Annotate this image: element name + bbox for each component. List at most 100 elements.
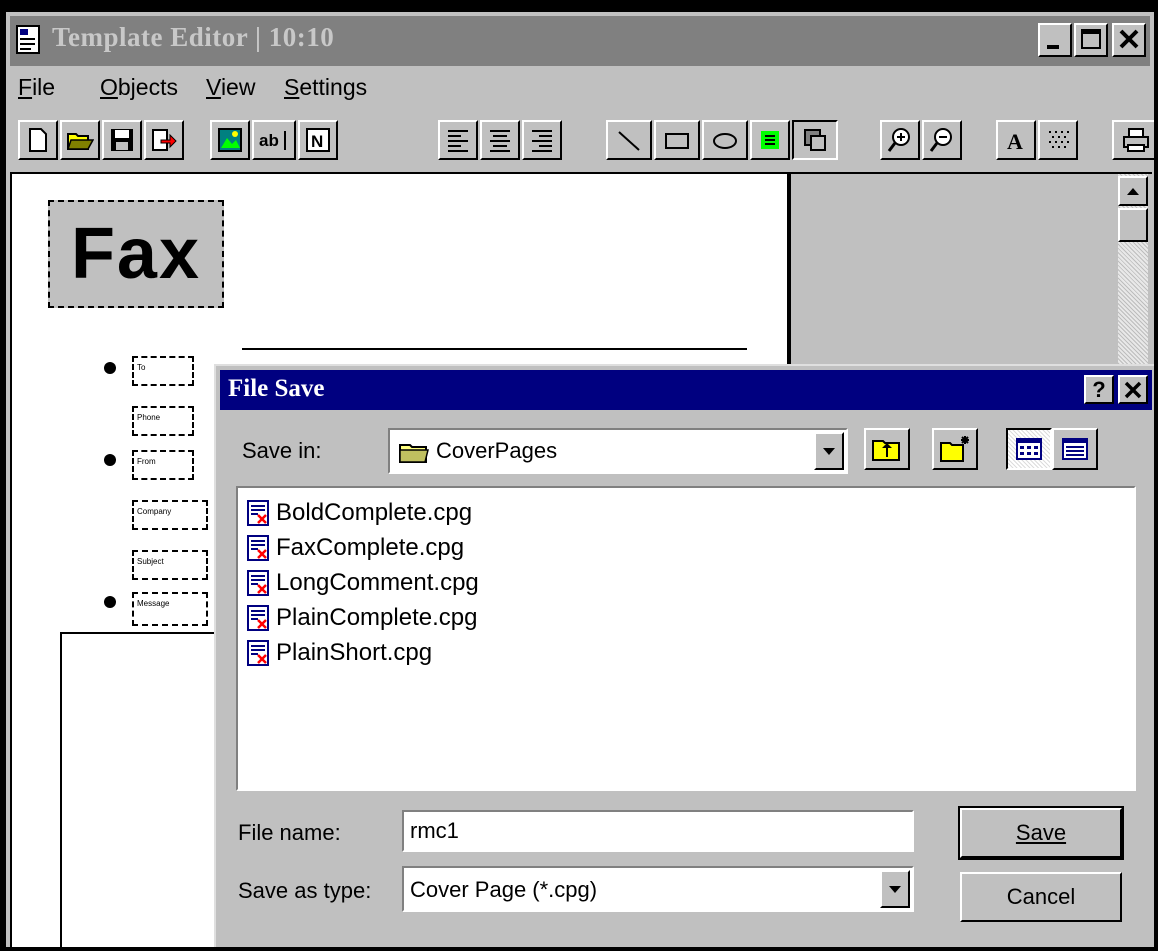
field-n-icon: N — [306, 128, 330, 152]
details-view-button[interactable] — [1052, 428, 1098, 470]
save-as-type-dropdown[interactable]: Cover Page (*.cpg) — [402, 866, 914, 912]
open-button[interactable] — [60, 120, 100, 160]
cover-page-file-icon — [247, 535, 269, 561]
cover-page-file-icon — [247, 640, 269, 666]
fax-logo-field[interactable]: Fax — [48, 200, 224, 308]
save-button[interactable]: Save — [958, 806, 1124, 860]
save-as-type-dropdown-button[interactable] — [880, 870, 910, 908]
close-icon — [1119, 29, 1139, 49]
menu-objects[interactable]: Objects — [100, 74, 178, 101]
text-button[interactable]: ab — [252, 120, 296, 160]
fill-color-icon — [761, 131, 779, 149]
close-button[interactable] — [1112, 23, 1146, 57]
save-as-type-value: Cover Page (*.cpg) — [410, 877, 598, 902]
file-name: PlainComplete.cpg — [276, 604, 478, 631]
cover-page-file-icon — [247, 605, 269, 631]
field-phone[interactable]: Phone — [132, 406, 194, 436]
template-editor-window: Template Editor | 10:10 File Objects Vie… — [6, 12, 1154, 947]
minimize-icon — [1047, 45, 1059, 49]
menu-file[interactable]: File — [18, 74, 55, 101]
line-icon — [618, 131, 640, 151]
menu-view[interactable]: View — [206, 74, 255, 101]
fill-color-tool[interactable] — [750, 120, 790, 160]
chevron-down-icon — [889, 886, 901, 893]
ellipse-icon — [713, 133, 737, 149]
grid-icon — [1049, 131, 1069, 148]
scroll-thumb[interactable] — [1118, 208, 1148, 242]
file-name: PlainShort.cpg — [276, 639, 433, 666]
align-right-icon — [532, 130, 552, 152]
minimize-button[interactable] — [1038, 23, 1072, 57]
maximize-icon — [1081, 29, 1101, 49]
ellipse-tool[interactable] — [702, 120, 748, 160]
list-item[interactable]: PlainShort.cpg — [246, 636, 432, 670]
align-right-button[interactable] — [522, 120, 562, 160]
save-in-dropdown[interactable]: CoverPages — [388, 428, 848, 474]
up-one-level-button[interactable] — [864, 428, 910, 470]
save-button-tool[interactable] — [102, 120, 142, 160]
file-list[interactable]: BoldComplete.cpg FaxComplete.cpg LongCom… — [236, 486, 1136, 791]
list-item[interactable]: BoldComplete.cpg — [246, 496, 472, 530]
toolbar: ab N A — [10, 112, 1154, 168]
maximize-button[interactable] — [1074, 23, 1108, 57]
field-message[interactable]: Message — [132, 592, 208, 626]
image-button[interactable] — [210, 120, 250, 160]
svg-text:ab: ab — [259, 131, 279, 150]
export-button[interactable] — [144, 120, 184, 160]
zoom-in-button[interactable] — [880, 120, 920, 160]
details-view-icon — [1062, 438, 1088, 460]
title-bar: Template Editor | 10:10 — [10, 16, 1150, 66]
list-item[interactable]: LongComment.cpg — [246, 566, 479, 600]
bullet-dot — [104, 362, 116, 374]
svg-text:N: N — [311, 132, 323, 151]
font-button[interactable]: A — [996, 120, 1036, 160]
menu-settings[interactable]: Settings — [284, 74, 367, 101]
dialog-close-button[interactable] — [1118, 375, 1148, 404]
divider-line — [242, 348, 747, 350]
print-button[interactable] — [1112, 120, 1154, 160]
save-in-value: CoverPages — [436, 438, 558, 463]
save-disk-icon — [111, 129, 133, 151]
svg-text:A: A — [1007, 129, 1023, 154]
app-icon — [16, 25, 40, 54]
export-icon — [152, 129, 177, 151]
list-view-icon — [1016, 438, 1042, 460]
line-tool[interactable] — [606, 120, 652, 160]
list-item[interactable]: FaxComplete.cpg — [246, 531, 464, 565]
field-company[interactable]: Company — [132, 500, 208, 530]
align-left-button[interactable] — [438, 120, 478, 160]
field-to[interactable]: To — [132, 356, 194, 386]
help-button[interactable]: ? — [1084, 375, 1114, 404]
cover-page-file-icon — [247, 500, 269, 526]
save-in-label: Save in: — [242, 438, 322, 463]
new-folder-button[interactable] — [932, 428, 978, 470]
cancel-button[interactable]: Cancel — [960, 872, 1122, 922]
grid-button[interactable] — [1038, 120, 1078, 160]
align-left-icon — [448, 130, 468, 152]
file-name-label: File name: — [238, 820, 341, 845]
new-button[interactable] — [18, 120, 58, 160]
bullet-dot — [104, 596, 116, 608]
zoom-out-button[interactable] — [922, 120, 962, 160]
save-in-dropdown-button[interactable] — [814, 432, 844, 470]
file-name: LongComment.cpg — [276, 569, 479, 596]
folder-icon — [399, 444, 429, 463]
field-button[interactable]: N — [298, 120, 338, 160]
close-icon — [1124, 381, 1142, 398]
bring-to-front-tool[interactable] — [792, 120, 838, 160]
list-item[interactable]: PlainComplete.cpg — [246, 601, 477, 635]
cover-page-file-icon — [247, 570, 269, 596]
arrow-up-icon — [1127, 188, 1139, 195]
align-center-button[interactable] — [480, 120, 520, 160]
open-folder-icon — [66, 133, 94, 150]
field-from[interactable]: From — [132, 450, 194, 480]
dialog-title: File Save — [228, 375, 325, 402]
file-name-field[interactable]: rmc1 — [402, 810, 914, 852]
file-name: FaxComplete.cpg — [276, 534, 465, 561]
scroll-up-button[interactable] — [1118, 176, 1148, 206]
rectangle-tool[interactable] — [654, 120, 700, 160]
save-as-type-label: Save as type: — [238, 878, 372, 903]
print-icon — [1123, 128, 1149, 152]
list-view-button[interactable] — [1006, 428, 1052, 470]
field-subject[interactable]: Subject — [132, 550, 208, 580]
